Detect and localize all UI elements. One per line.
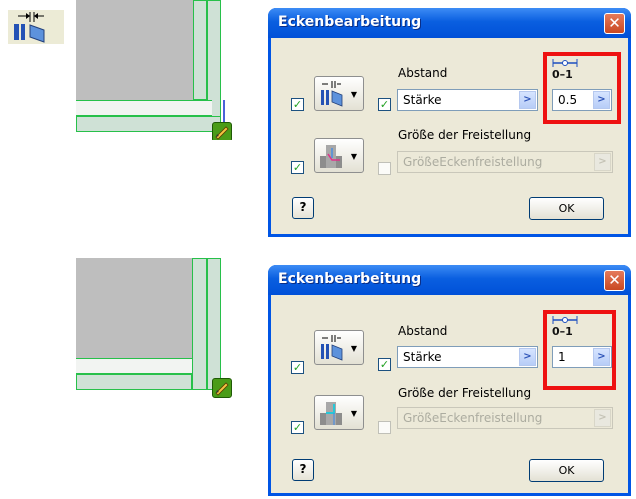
corner-gap-icon bbox=[321, 81, 343, 107]
chevron-down-icon: ▼ bbox=[350, 344, 357, 353]
close-button[interactable]: ✕ bbox=[604, 270, 625, 291]
relief-value-checkbox[interactable]: ✓ bbox=[378, 421, 391, 434]
relief-value: GrößeEckenfreistellung bbox=[403, 155, 543, 169]
corner-relief-icon bbox=[320, 402, 342, 425]
gap-value-checkbox[interactable]: ✓ bbox=[378, 98, 391, 111]
relief-value-field: GrößeEckenfreistellung > bbox=[397, 407, 613, 429]
edit-glyph-icon[interactable] bbox=[212, 378, 232, 398]
ok-button[interactable]: OK bbox=[529, 197, 604, 220]
relief-value-field: GrößeEckenfreistellung > bbox=[397, 151, 613, 173]
relief-dropdown-button: > bbox=[594, 409, 611, 427]
gap-type-field[interactable]: Stärke > bbox=[397, 346, 538, 368]
relief-value: GrößeEckenfreistellung bbox=[403, 411, 543, 425]
relief-mode-checkbox[interactable]: ✓ bbox=[291, 161, 304, 174]
gap-label: Abstand bbox=[398, 66, 448, 80]
relief-dropdown-button: > bbox=[594, 153, 611, 171]
gap-mode-checkbox[interactable]: ✓ bbox=[291, 98, 304, 111]
ok-label: OK bbox=[558, 464, 575, 477]
dialog-body: ✓ ▼ Abstand ✓ Stärke > 0–1 1 > ✓ ▼ Größe… bbox=[271, 295, 628, 493]
gap-mode-checkbox[interactable]: ✓ bbox=[291, 361, 304, 374]
chevron-down-icon: ▼ bbox=[350, 409, 357, 418]
corner-dialog-1: Eckenbearbeitung ✕ ✓ ▼ Abstand ✓ Stärke … bbox=[268, 8, 631, 237]
close-button[interactable]: ✕ bbox=[604, 13, 625, 34]
relief-mode-button[interactable]: ▼ bbox=[314, 138, 364, 173]
highlight-box bbox=[543, 310, 616, 390]
dialog-title: Eckenbearbeitung bbox=[278, 271, 422, 287]
chevron-right-icon: > bbox=[598, 156, 607, 167]
gap-type-value: Stärke bbox=[403, 93, 442, 107]
gap-type-dropdown-button[interactable]: > bbox=[519, 348, 536, 366]
help-button[interactable]: ? bbox=[292, 197, 314, 219]
chevron-down-icon: ▼ bbox=[350, 152, 357, 161]
help-icon: ? bbox=[299, 462, 307, 476]
gap-type-field[interactable]: Stärke > bbox=[397, 89, 538, 111]
model-preview-bottom bbox=[76, 258, 242, 398]
ok-label: OK bbox=[558, 202, 575, 215]
relief-label: Größe der Freistellung bbox=[398, 128, 532, 142]
chevron-right-icon: > bbox=[523, 94, 532, 105]
title-bar[interactable]: Eckenbearbeitung ✕ bbox=[268, 8, 631, 38]
corner-dialog-2: Eckenbearbeitung ✕ ✓ ▼ Abstand ✓ Stärke … bbox=[268, 265, 631, 496]
model-preview-top bbox=[76, 0, 242, 140]
corner-gap-icon bbox=[321, 335, 343, 361]
gap-label: Abstand bbox=[398, 324, 448, 338]
gap-value-checkbox[interactable]: ✓ bbox=[378, 358, 391, 371]
title-bar[interactable]: Eckenbearbeitung ✕ bbox=[268, 265, 631, 295]
gap-type-dropdown-button[interactable]: > bbox=[519, 91, 536, 109]
gap-mode-button[interactable]: ▼ bbox=[314, 76, 364, 111]
chevron-right-icon: > bbox=[523, 351, 532, 362]
dialog-body: ✓ ▼ Abstand ✓ Stärke > 0–1 0.5 > ✓ ▼ Grö… bbox=[271, 38, 628, 234]
close-icon: ✕ bbox=[608, 271, 621, 289]
chevron-down-icon: ▼ bbox=[350, 90, 357, 99]
relief-mode-checkbox[interactable]: ✓ bbox=[291, 421, 304, 434]
help-button[interactable]: ? bbox=[292, 459, 314, 481]
relief-value-checkbox[interactable]: ✓ bbox=[378, 162, 391, 175]
edit-glyph-icon[interactable] bbox=[212, 122, 232, 140]
corner-relief-icon bbox=[320, 145, 342, 168]
dialog-title: Eckenbearbeitung bbox=[278, 14, 422, 30]
ok-button[interactable]: OK bbox=[529, 459, 604, 482]
gap-mode-button[interactable]: ▼ bbox=[314, 330, 364, 365]
close-icon: ✕ bbox=[608, 14, 621, 32]
help-icon: ? bbox=[299, 200, 307, 214]
corner-gap-icon bbox=[14, 12, 45, 43]
highlight-box bbox=[543, 52, 621, 124]
corner-gap-tool-icon[interactable] bbox=[8, 10, 64, 44]
gap-type-value: Stärke bbox=[403, 350, 442, 364]
relief-label: Größe der Freistellung bbox=[398, 386, 532, 400]
relief-mode-button[interactable]: ▼ bbox=[314, 395, 364, 430]
chevron-right-icon: > bbox=[598, 412, 607, 423]
